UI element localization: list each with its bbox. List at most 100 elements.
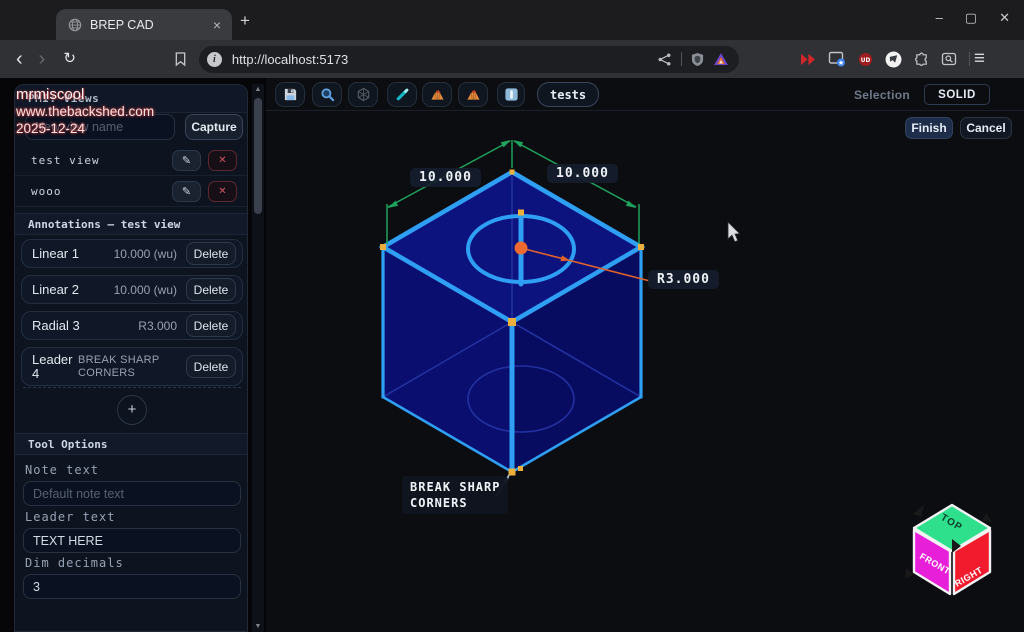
- leader-note-line1: BREAK SHARP: [410, 479, 500, 495]
- scrollbar-thumb[interactable]: [254, 98, 262, 214]
- site-info-icon[interactable]: i: [207, 52, 222, 67]
- brave-shield-icon[interactable]: [691, 52, 704, 67]
- note-text-input[interactable]: [23, 481, 241, 506]
- capture-button[interactable]: Capture: [185, 114, 243, 140]
- delete-annotation-button[interactable]: Delete: [186, 355, 236, 378]
- leader-text-input[interactable]: [23, 528, 241, 553]
- browser-menu-icon[interactable]: ≡: [974, 48, 985, 70]
- scroll-up-icon[interactable]: ▲: [252, 86, 264, 93]
- leader-note-line2: CORNERS: [410, 495, 500, 511]
- window-maximize-button[interactable]: ▢: [965, 10, 977, 26]
- delete-annotation-button[interactable]: Delete: [186, 278, 236, 301]
- extension-ud-badge-icon[interactable]: UD: [858, 52, 873, 67]
- browser-titlebar: BREP CAD × + – ▢ ✕: [0, 0, 1024, 40]
- add-annotation-button[interactable]: +: [117, 395, 147, 425]
- sidebar-header: PMI: Views: [15, 85, 247, 113]
- finish-button[interactable]: Finish: [905, 117, 953, 139]
- selection-label: Selection: [854, 88, 910, 102]
- back-button[interactable]: ‹: [16, 50, 23, 68]
- annotation-name: Linear 1: [32, 247, 84, 261]
- wireframe-icon: [356, 87, 371, 102]
- annotation-name: Radial 3: [32, 319, 84, 333]
- add-annotation-area: +: [23, 387, 241, 431]
- annotation-row: Radial 3 R3.000 Delete: [21, 311, 243, 340]
- delete-view-button[interactable]: ✕: [208, 181, 237, 202]
- dimension-label-left[interactable]: 10.000: [410, 168, 481, 187]
- url-text: http://localhost:5173: [232, 52, 657, 67]
- view-name: wooo: [31, 185, 165, 198]
- selection-mode-dropdown[interactable]: SOLID: [924, 84, 990, 105]
- brave-rewards-triangle-icon[interactable]: [713, 52, 729, 66]
- close-icon: ✕: [218, 155, 226, 166]
- new-tab-button[interactable]: +: [240, 13, 250, 29]
- canvas-toolbar: tests Selection SOLID: [266, 78, 1024, 111]
- annotation-value: 10.000 (wu): [84, 247, 186, 261]
- leader-text-label: Leader text: [25, 510, 115, 524]
- cad-canvas[interactable]: tests Selection SOLID Finish Cancel: [266, 78, 1024, 632]
- volcano-icon: [466, 87, 481, 102]
- view-row[interactable]: test view ✎ ✕: [15, 146, 247, 176]
- tests-button[interactable]: tests: [537, 82, 599, 107]
- close-icon: ✕: [218, 186, 226, 197]
- wireframe-tool-button[interactable]: [348, 82, 378, 107]
- save-icon: [283, 87, 298, 102]
- tab-close-icon[interactable]: ×: [210, 17, 224, 33]
- note-text-label: Note text: [25, 463, 99, 477]
- pen-icon: [395, 87, 410, 102]
- new-view-name-input[interactable]: [25, 114, 175, 140]
- info-panel-button[interactable]: [497, 82, 525, 107]
- extension-tab-star-icon[interactable]: [828, 51, 846, 67]
- annotation-row: Linear 1 10.000 (wu) Delete: [21, 239, 243, 268]
- reader-search-icon[interactable]: [941, 51, 957, 67]
- bookmark-icon[interactable]: [174, 51, 187, 67]
- tool-options-header: Tool Options: [15, 433, 247, 455]
- app-page: PMI: Views Capture test view ✎ ✕ wooo ✎ …: [0, 78, 1024, 632]
- view-row[interactable]: wooo ✎ ✕: [15, 177, 247, 207]
- dim-decimals-input[interactable]: [23, 574, 241, 599]
- delete-annotation-button[interactable]: Delete: [186, 242, 236, 265]
- divider: [681, 52, 682, 66]
- scroll-down-icon[interactable]: ▼: [252, 623, 264, 630]
- delete-annotation-button[interactable]: Delete: [186, 314, 236, 337]
- save-button[interactable]: [275, 82, 305, 107]
- delete-view-button[interactable]: ✕: [208, 150, 237, 171]
- browser-addressbar: ‹ › ↻ i http://localhost:5173 UD: [0, 40, 1024, 78]
- dim-decimals-label: Dim decimals: [25, 556, 124, 570]
- magnifier-icon: [320, 87, 335, 102]
- leader-note-label[interactable]: BREAK SHARP CORNERS: [402, 476, 508, 514]
- annotation-value: BREAK SHARP CORNERS: [78, 354, 186, 380]
- annotation-value: R3.000: [84, 319, 186, 333]
- dimension-label-right[interactable]: 10.000: [547, 164, 618, 183]
- volcano-tool-button-2[interactable]: [458, 82, 488, 107]
- forward-button[interactable]: ›: [39, 50, 46, 68]
- annotation-value: 10.000 (wu): [84, 283, 186, 297]
- share-icon[interactable]: [657, 52, 672, 67]
- radius-label[interactable]: R3.000: [648, 270, 719, 289]
- divider: [969, 52, 970, 66]
- tab-title: BREP CAD: [90, 18, 202, 32]
- window-close-button[interactable]: ✕: [999, 10, 1010, 26]
- zoom-tool-button[interactable]: [312, 82, 342, 107]
- volcano-tool-button[interactable]: [422, 82, 452, 107]
- annotation-name: Linear 2: [32, 283, 84, 297]
- extension-logo-icon[interactable]: [885, 51, 902, 68]
- annotation-row: Linear 2 10.000 (wu) Delete: [21, 275, 243, 304]
- browser-tab[interactable]: BREP CAD ×: [56, 9, 232, 40]
- info-panel-icon: [504, 87, 519, 102]
- annotation-row: Leader 4 BREAK SHARP CORNERS Delete: [21, 347, 243, 386]
- views-sidebar: PMI: Views Capture test view ✎ ✕ wooo ✎ …: [14, 84, 248, 632]
- sidebar-scrollbar[interactable]: ▲ ▼: [252, 84, 264, 632]
- window-minimize-button[interactable]: –: [936, 10, 943, 26]
- pen-tool-button[interactable]: [387, 82, 417, 107]
- tab-favicon-globe-icon: [68, 18, 82, 32]
- url-bar[interactable]: i http://localhost:5173: [199, 46, 739, 73]
- edit-view-button[interactable]: ✎: [172, 181, 201, 202]
- pencil-icon: ✎: [182, 185, 191, 198]
- extensions-puzzle-icon[interactable]: [914, 52, 929, 67]
- reload-button[interactable]: ↻: [63, 50, 76, 68]
- cancel-button[interactable]: Cancel: [960, 117, 1012, 139]
- extension-sidebar-icon[interactable]: [799, 53, 816, 66]
- volcano-icon: [430, 87, 445, 102]
- edit-view-button[interactable]: ✎: [172, 150, 201, 171]
- annotation-name: Leader 4: [32, 353, 78, 381]
